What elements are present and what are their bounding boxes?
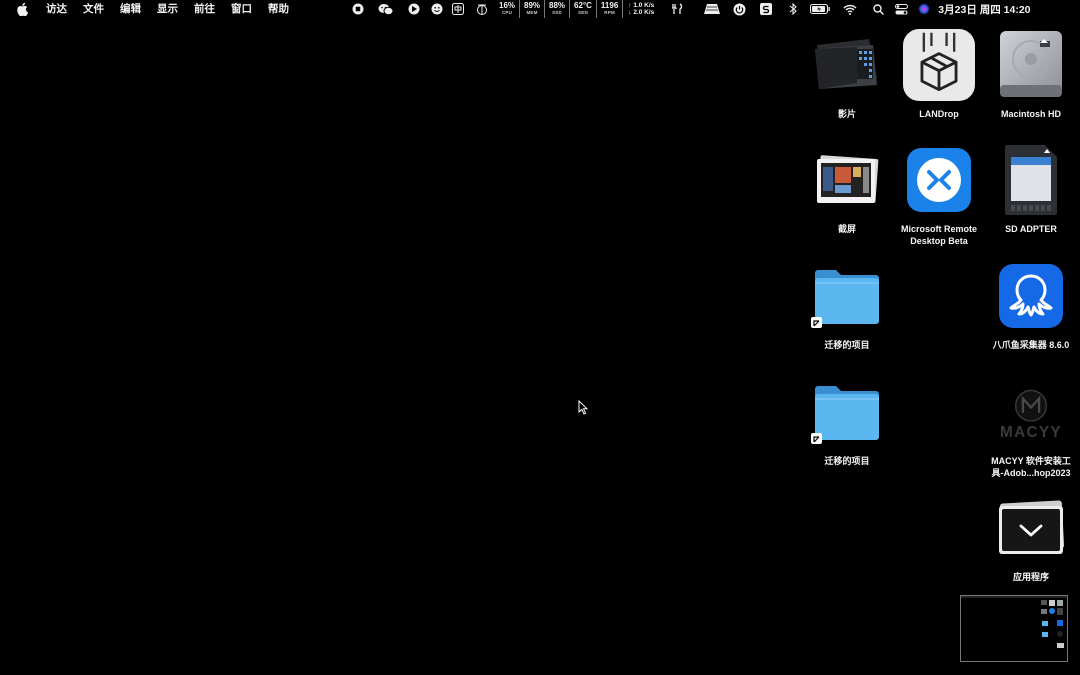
record-stop-icon[interactable]: [345, 0, 371, 18]
sync-app-icon[interactable]: [754, 0, 778, 18]
cpu-stat[interactable]: 16% CPU: [495, 0, 521, 18]
macyy-logo-text: MACYY: [1000, 424, 1062, 441]
desktop-icon-migrated-items-2[interactable]: 迁移的项目: [800, 373, 894, 467]
movies-folder-icon: [811, 26, 883, 104]
battery-icon[interactable]: [808, 0, 832, 18]
desktop-icon-label: 截屏: [837, 224, 856, 234]
menu-go[interactable]: 前往: [186, 0, 223, 18]
desktop-icon-microsoft-remote-desktop[interactable]: Microsoft Remote Desktop Beta: [892, 141, 986, 247]
input-method-icon[interactable]: [447, 0, 469, 18]
menu-edit[interactable]: 编辑: [112, 0, 149, 18]
menu-help[interactable]: 帮助: [260, 0, 297, 18]
search-icon[interactable]: [868, 0, 888, 18]
desktop-icon-applications[interactable]: 应用程序: [984, 489, 1078, 583]
remote-desktop-icon: [903, 141, 975, 219]
bluetooth-icon[interactable]: [778, 0, 808, 18]
desktop-icon-screenshots[interactable]: 截屏: [800, 141, 894, 235]
mouse-pointer-icon: [578, 399, 589, 420]
folder-alias-icon: [811, 257, 883, 335]
menu-bar: 访达 文件 编辑 显示 前往 窗口 帮助 16% CPU 89% MEM 88% SS…: [0, 0, 1080, 18]
text-tool-icon[interactable]: [469, 0, 495, 18]
desktop-icon-macyy-installer[interactable]: MACYY MACYY 软件安装工 具-Adob...hop2023: [984, 373, 1078, 479]
wifi-icon[interactable]: [832, 0, 868, 18]
desktop-icon-octoparse[interactable]: 八爪鱼采集器 8.6.0: [984, 257, 1078, 351]
desktop-icon-label: 迁移的项目: [824, 340, 870, 350]
upload-speed: ↑ 1.0 K/s: [628, 1, 655, 9]
fan-rpm-stat[interactable]: 1196 RPM: [597, 0, 624, 18]
desktop-icon-label: Microsoft Remote Desktop Beta: [900, 224, 977, 246]
keyboard-icon[interactable]: [700, 0, 724, 18]
sensor-stat[interactable]: 62°C SEN: [570, 0, 597, 18]
desktop-icon-macintosh-hd[interactable]: Macintosh HD: [984, 26, 1078, 120]
octopus-app-icon: [995, 257, 1067, 335]
menu-finder[interactable]: 访达: [38, 0, 75, 18]
desktop-icon-label: SD ADPTER: [1005, 224, 1057, 234]
desktop-icon-label: 应用程序: [1012, 572, 1049, 582]
menu-clock[interactable]: 3月23日 周四 14:20: [934, 2, 1036, 17]
folder-alias-icon: [811, 373, 883, 451]
download-speed: ↓ 2.0 K/s: [628, 9, 655, 16]
hard-drive-icon: [995, 26, 1067, 104]
landrop-app-icon: [903, 26, 975, 104]
siri-icon[interactable]: [914, 0, 934, 18]
desktop-icon-label: LANDrop: [919, 109, 959, 119]
screenshot-preview-thumbnail[interactable]: [960, 595, 1068, 662]
mem-stat[interactable]: 89% MEM: [520, 0, 546, 18]
alias-arrow-icon: [811, 317, 822, 328]
desktop-icon-label: Macintosh HD: [1000, 109, 1061, 119]
alias-arrow-icon: [811, 433, 822, 444]
desktop-icon-label: 迁移的项目: [824, 456, 870, 466]
sd-card-icon: [995, 141, 1067, 219]
screenshots-stack-icon: [811, 141, 883, 219]
menu-view[interactable]: 显示: [149, 0, 186, 18]
applications-stack-icon: [995, 489, 1067, 567]
macyy-icon: MACYY: [995, 373, 1067, 451]
emoji-smile-icon[interactable]: [427, 0, 447, 18]
power-status-icon[interactable]: [724, 0, 754, 18]
apple-logo-icon[interactable]: [15, 2, 29, 16]
tools-icon[interactable]: [654, 0, 700, 18]
wechat-icon[interactable]: [371, 0, 401, 18]
control-center-icon[interactable]: [888, 0, 914, 18]
desktop-icon-label: MACYY 软件安装工 具-Adob...hop2023: [991, 456, 1071, 478]
navigation-arrow-icon[interactable]: [401, 0, 427, 18]
desktop-icon-sd-adapter[interactable]: SD ADPTER: [984, 141, 1078, 235]
network-speed[interactable]: ↑ 1.0 K/s ↓ 2.0 K/s: [623, 0, 654, 18]
desktop-icon-label: 影片: [837, 109, 856, 119]
menu-file[interactable]: 文件: [75, 0, 112, 18]
menu-window[interactable]: 窗口: [223, 0, 260, 18]
desktop-icon-movies[interactable]: 影片: [800, 26, 894, 120]
desktop-icon-landrop[interactable]: LANDrop: [892, 26, 986, 120]
desktop-icon-migrated-items-1[interactable]: 迁移的项目: [800, 257, 894, 351]
ssd-stat[interactable]: 88% SSD: [545, 0, 571, 18]
desktop-icon-label: 八爪鱼采集器 8.6.0: [992, 340, 1070, 350]
